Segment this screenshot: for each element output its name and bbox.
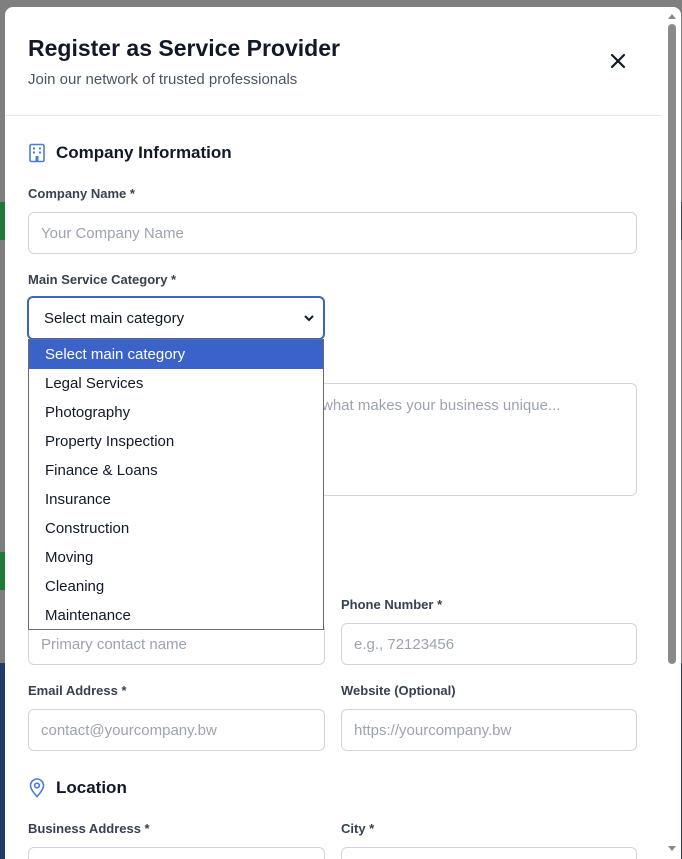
category-selected-value: Select main category [44,309,185,327]
close-icon[interactable] [608,51,628,71]
website-label: Website (Optional) [341,683,456,698]
scrollbar-thumb[interactable] [668,24,676,664]
city-input[interactable] [341,847,637,859]
building-icon [29,143,45,163]
category-option[interactable]: Construction [29,514,323,543]
email-label: Email Address * [28,683,127,698]
phone-input[interactable] [341,623,637,665]
map-pin-icon [29,778,45,798]
register-modal: Register as Service Provider Join our ne… [5,7,681,859]
category-option[interactable]: Select main category [29,340,323,369]
phone-label: Phone Number * [341,597,443,612]
address-label: Business Address * [28,821,150,836]
chevron-down-icon [304,315,314,322]
scroll-down-arrow-icon[interactable] [667,845,677,853]
section-title-text: Location [56,778,127,797]
category-label: Main Service Category * [28,272,177,287]
category-option[interactable]: Finance & Loans [29,456,323,485]
company-section-heading: Company Information [28,143,232,163]
category-dropdown-list: Select main category Legal Services Phot… [28,339,324,630]
company-name-input[interactable] [28,212,637,254]
location-section-heading: Location [28,778,127,798]
category-option[interactable]: Moving [29,543,323,572]
category-option[interactable]: Cleaning [29,572,323,601]
company-name-label: Company Name * [28,186,135,201]
section-title-text: Company Information [56,143,232,162]
category-option[interactable]: Photography [29,398,323,427]
city-label: City * [341,821,375,836]
modal-title: Register as Service Provider [28,35,340,61]
scroll-up-arrow-icon[interactable] [667,12,677,20]
modal-header: Register as Service Provider Join our ne… [5,7,681,116]
description-placeholder: what makes your business unique... [322,397,561,414]
category-option[interactable]: Legal Services [29,369,323,398]
modal-subtitle: Join our network of trusted professional… [28,71,298,88]
email-input[interactable] [28,709,325,751]
category-option[interactable]: Insurance [29,485,323,514]
address-input[interactable] [28,847,325,859]
category-option[interactable]: Maintenance [29,601,323,630]
category-option[interactable]: Property Inspection [29,427,323,456]
category-select[interactable]: Select main category [27,296,325,340]
website-input[interactable] [341,709,637,751]
